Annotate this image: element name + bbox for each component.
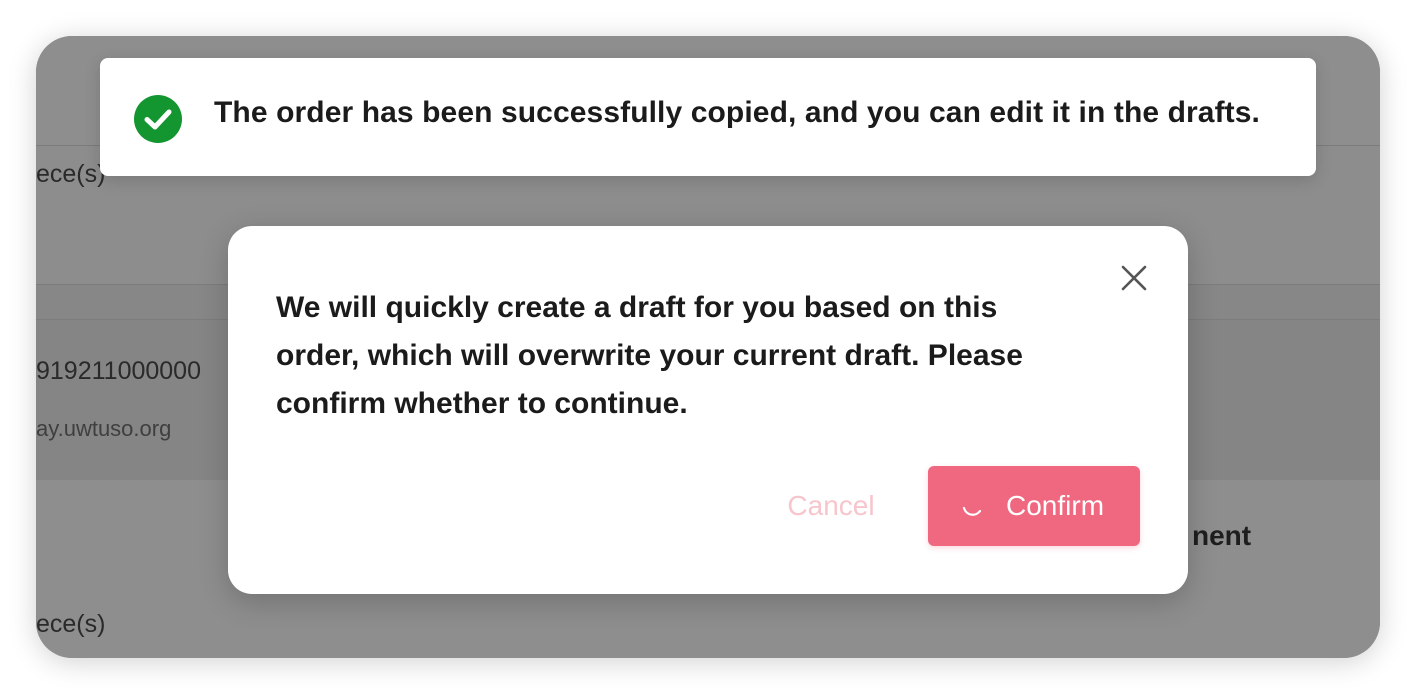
close-button[interactable] xyxy=(1118,262,1150,294)
confirm-dialog: We will quickly create a draft for you b… xyxy=(228,226,1188,594)
success-toast: The order has been successfully copied, … xyxy=(100,58,1316,176)
close-icon xyxy=(1121,265,1147,291)
confirm-button[interactable]: Confirm xyxy=(928,466,1140,546)
check-circle-icon xyxy=(134,95,182,143)
cancel-button[interactable]: Cancel xyxy=(768,466,894,546)
background-domain: ay.uwtuso.org xyxy=(36,416,172,441)
background-heading: nent xyxy=(1192,520,1252,551)
background-quantity: ece(s) xyxy=(36,160,106,188)
dialog-message: We will quickly create a draft for you b… xyxy=(276,291,1023,420)
loading-spinner-icon xyxy=(962,506,982,516)
background-quantity: ece(s) xyxy=(36,610,106,638)
confirm-label: Confirm xyxy=(1006,490,1105,521)
toast-message: The order has been successfully copied, … xyxy=(214,96,1260,129)
background-order-number: 919211000000 xyxy=(36,357,201,385)
